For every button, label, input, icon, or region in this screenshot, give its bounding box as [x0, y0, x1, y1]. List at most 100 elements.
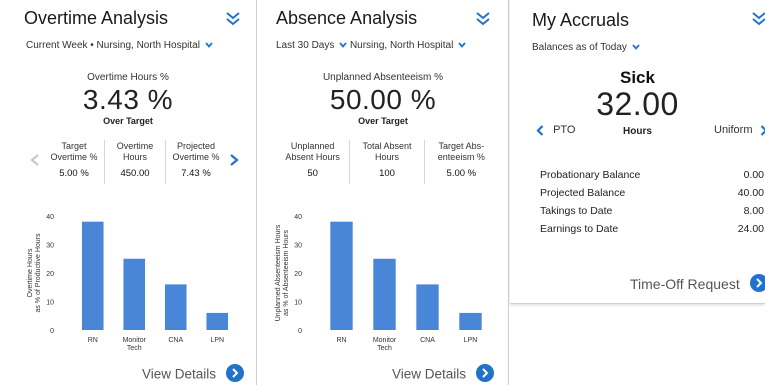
balance-label: Earnings to Date [540, 223, 619, 235]
metric-label: Overtime Hours [116, 141, 154, 162]
balance-value: 8.00 [743, 205, 764, 217]
balance-row: Probationary Balance 0.00 [540, 166, 765, 184]
absence-analysis-card: Absence Analysis Last 30 Days Nursing, N… [258, 0, 509, 385]
absence-y-tick-label: 40 [294, 214, 302, 221]
overtime-x-tick-label: RN [88, 337, 98, 344]
chevron-down-icon [205, 42, 213, 49]
next-accrual-label: Uniform [714, 124, 753, 136]
accrual-type: Sick [620, 68, 655, 87]
metric-label: Unplanned Absent Hours [285, 141, 340, 162]
arrow-right-circle-icon [475, 364, 494, 382]
absence-bar-chart: Unplanned Absenteeism Hoursas % of Absen… [275, 214, 482, 352]
absence-period-dropdown[interactable]: Last 30 Days [276, 40, 350, 51]
view-details-link[interactable]: View Details [142, 364, 244, 384]
balances-date-dropdown[interactable]: Balances as of Today [532, 42, 640, 53]
overtime-y-tick-label: 20 [46, 271, 54, 278]
kpi-label: Overtime Hours % [87, 72, 169, 83]
overtime-bar-monitor-tech[interactable] [123, 258, 146, 330]
overtime-y-tick-label: 0 [50, 328, 54, 335]
overtime-y-tick-label: 40 [46, 214, 54, 221]
chevron-down-icon [339, 42, 347, 49]
metric-value: 100 [379, 168, 395, 179]
collapse-chevron-icon[interactable] [750, 10, 765, 28]
overtime-bar-lpn[interactable] [206, 312, 229, 330]
absence-bar-lpn[interactable] [459, 312, 482, 330]
chevron-right-icon [760, 124, 765, 136]
chevron-down-icon [631, 44, 640, 51]
absence-filters: Last 30 Days Nursing, North Hospital [276, 40, 466, 51]
overtime-filter-label: Current Week • Nursing, North Hospital [26, 40, 200, 51]
absence-y-tick-label: 10 [294, 300, 302, 307]
overtime-title: Overtime Analysis [24, 8, 169, 28]
balance-row: Earnings to Date 24.00 [540, 220, 765, 238]
absence-y-axis-title: Unplanned Absenteeism Hoursas % of Absen… [275, 224, 290, 321]
overtime-bar-cna[interactable] [164, 284, 187, 330]
absence-bar-monitor-tech[interactable] [373, 258, 396, 330]
time-off-request-link[interactable]: Time-Off Request [630, 274, 765, 294]
time-off-request-label: Time-Off Request [630, 276, 740, 292]
collapse-chevron-icon[interactable] [474, 10, 492, 28]
balance-list: Probationary Balance 0.00 Projected Bala… [540, 166, 765, 238]
metric-label: Target Overtime % [50, 141, 98, 162]
arrow-right-circle-icon [225, 364, 244, 382]
metric-value: 50 [307, 168, 318, 179]
absence-metrics: Unplanned Absent Hours 50 Total Absent H… [276, 140, 498, 184]
metric-projected-overtime: Projected Overtime % 7.43 % [166, 140, 226, 184]
view-details-link[interactable]: View Details [392, 364, 494, 384]
chevron-down-icon [458, 42, 466, 49]
arrow-right-circle-icon [749, 274, 765, 293]
absence-y-tick-label: 20 [294, 271, 302, 278]
previous-accrual-button[interactable]: PTO [536, 124, 575, 136]
metric-label: Target Abs-enteeism % [437, 141, 485, 162]
absence-x-tick-label: LPN [464, 337, 478, 344]
balances-date-label: Balances as of Today [532, 42, 627, 53]
absence-x-tick-label: RN [336, 337, 346, 344]
org-label: Nursing, North Hospital [349, 40, 454, 51]
absence-title: Absence Analysis [276, 8, 418, 28]
metric-value: 450.00 [120, 168, 150, 179]
absence-org-dropdown[interactable]: Nursing, North Hospital [350, 40, 466, 51]
chevron-right-icon[interactable] [229, 154, 239, 166]
metric-label: Projected Overtime % [172, 141, 220, 162]
balance-value: 40.00 [737, 187, 764, 199]
metric-value: 5.00 % [446, 168, 477, 179]
chevron-left-icon[interactable] [30, 154, 40, 166]
absence-x-tick-label: CNA [420, 337, 435, 344]
absence-y-tick-label: 0 [298, 328, 302, 335]
metric-target-absenteeism: Target Abs-enteeism % 5.00 % [425, 140, 498, 184]
chevron-left-icon [536, 124, 544, 136]
overtime-bar-rn[interactable] [81, 221, 104, 330]
balance-label: Takings to Date [540, 205, 613, 217]
metric-unplanned-absent-hours: Unplanned Absent Hours 50 [276, 140, 351, 184]
overtime-y-axis-title: Overtime Hoursas % of Productive Hours [27, 233, 42, 312]
metric-target-overtime: Target Overtime % 5.00 % [44, 140, 105, 184]
metric-value: 7.43 % [181, 168, 211, 179]
overtime-metrics: Target Overtime % 5.00 % Overtime Hours … [44, 140, 226, 184]
overtime-filter-dropdown[interactable]: Current Week • Nursing, North Hospital [26, 40, 213, 51]
kpi-label: Unplanned Absenteeism % [322, 72, 444, 83]
accruals-title: My Accruals [532, 10, 630, 30]
metric-total-absent-hours: Total Absent Hours 100 [350, 140, 425, 184]
kpi-value: 3.43 % [82, 84, 174, 115]
kpi-value: 50.00 % [329, 84, 437, 115]
absence-bar-rn[interactable] [330, 221, 353, 330]
balance-label: Probationary Balance [540, 169, 641, 181]
kpi-status: Over Target [358, 116, 408, 126]
absence-y-tick-label: 30 [294, 243, 302, 250]
balance-row: Projected Balance 40.00 [540, 184, 765, 202]
view-details-label: View Details [392, 366, 467, 382]
metric-value: 5.00 % [59, 168, 89, 179]
balance-value: 24.00 [737, 223, 764, 235]
absence-bar-cna[interactable] [416, 284, 439, 330]
balance-label: Projected Balance [540, 187, 626, 199]
view-details-label: View Details [142, 366, 217, 382]
next-accrual-button[interactable]: Uniform [714, 124, 765, 136]
overtime-y-tick-label: 30 [46, 243, 54, 250]
collapse-chevron-icon[interactable] [224, 10, 242, 28]
overtime-analysis-card: Overtime Analysis Current Week • Nursing… [0, 0, 257, 385]
accrual-balance: 32.00 [596, 86, 679, 122]
overtime-y-tick-label: 10 [46, 300, 54, 307]
metric-overtime-hours: Overtime Hours 450.00 [105, 140, 166, 184]
overtime-x-tick-label: LPN [210, 337, 224, 344]
previous-accrual-label: PTO [553, 124, 576, 136]
